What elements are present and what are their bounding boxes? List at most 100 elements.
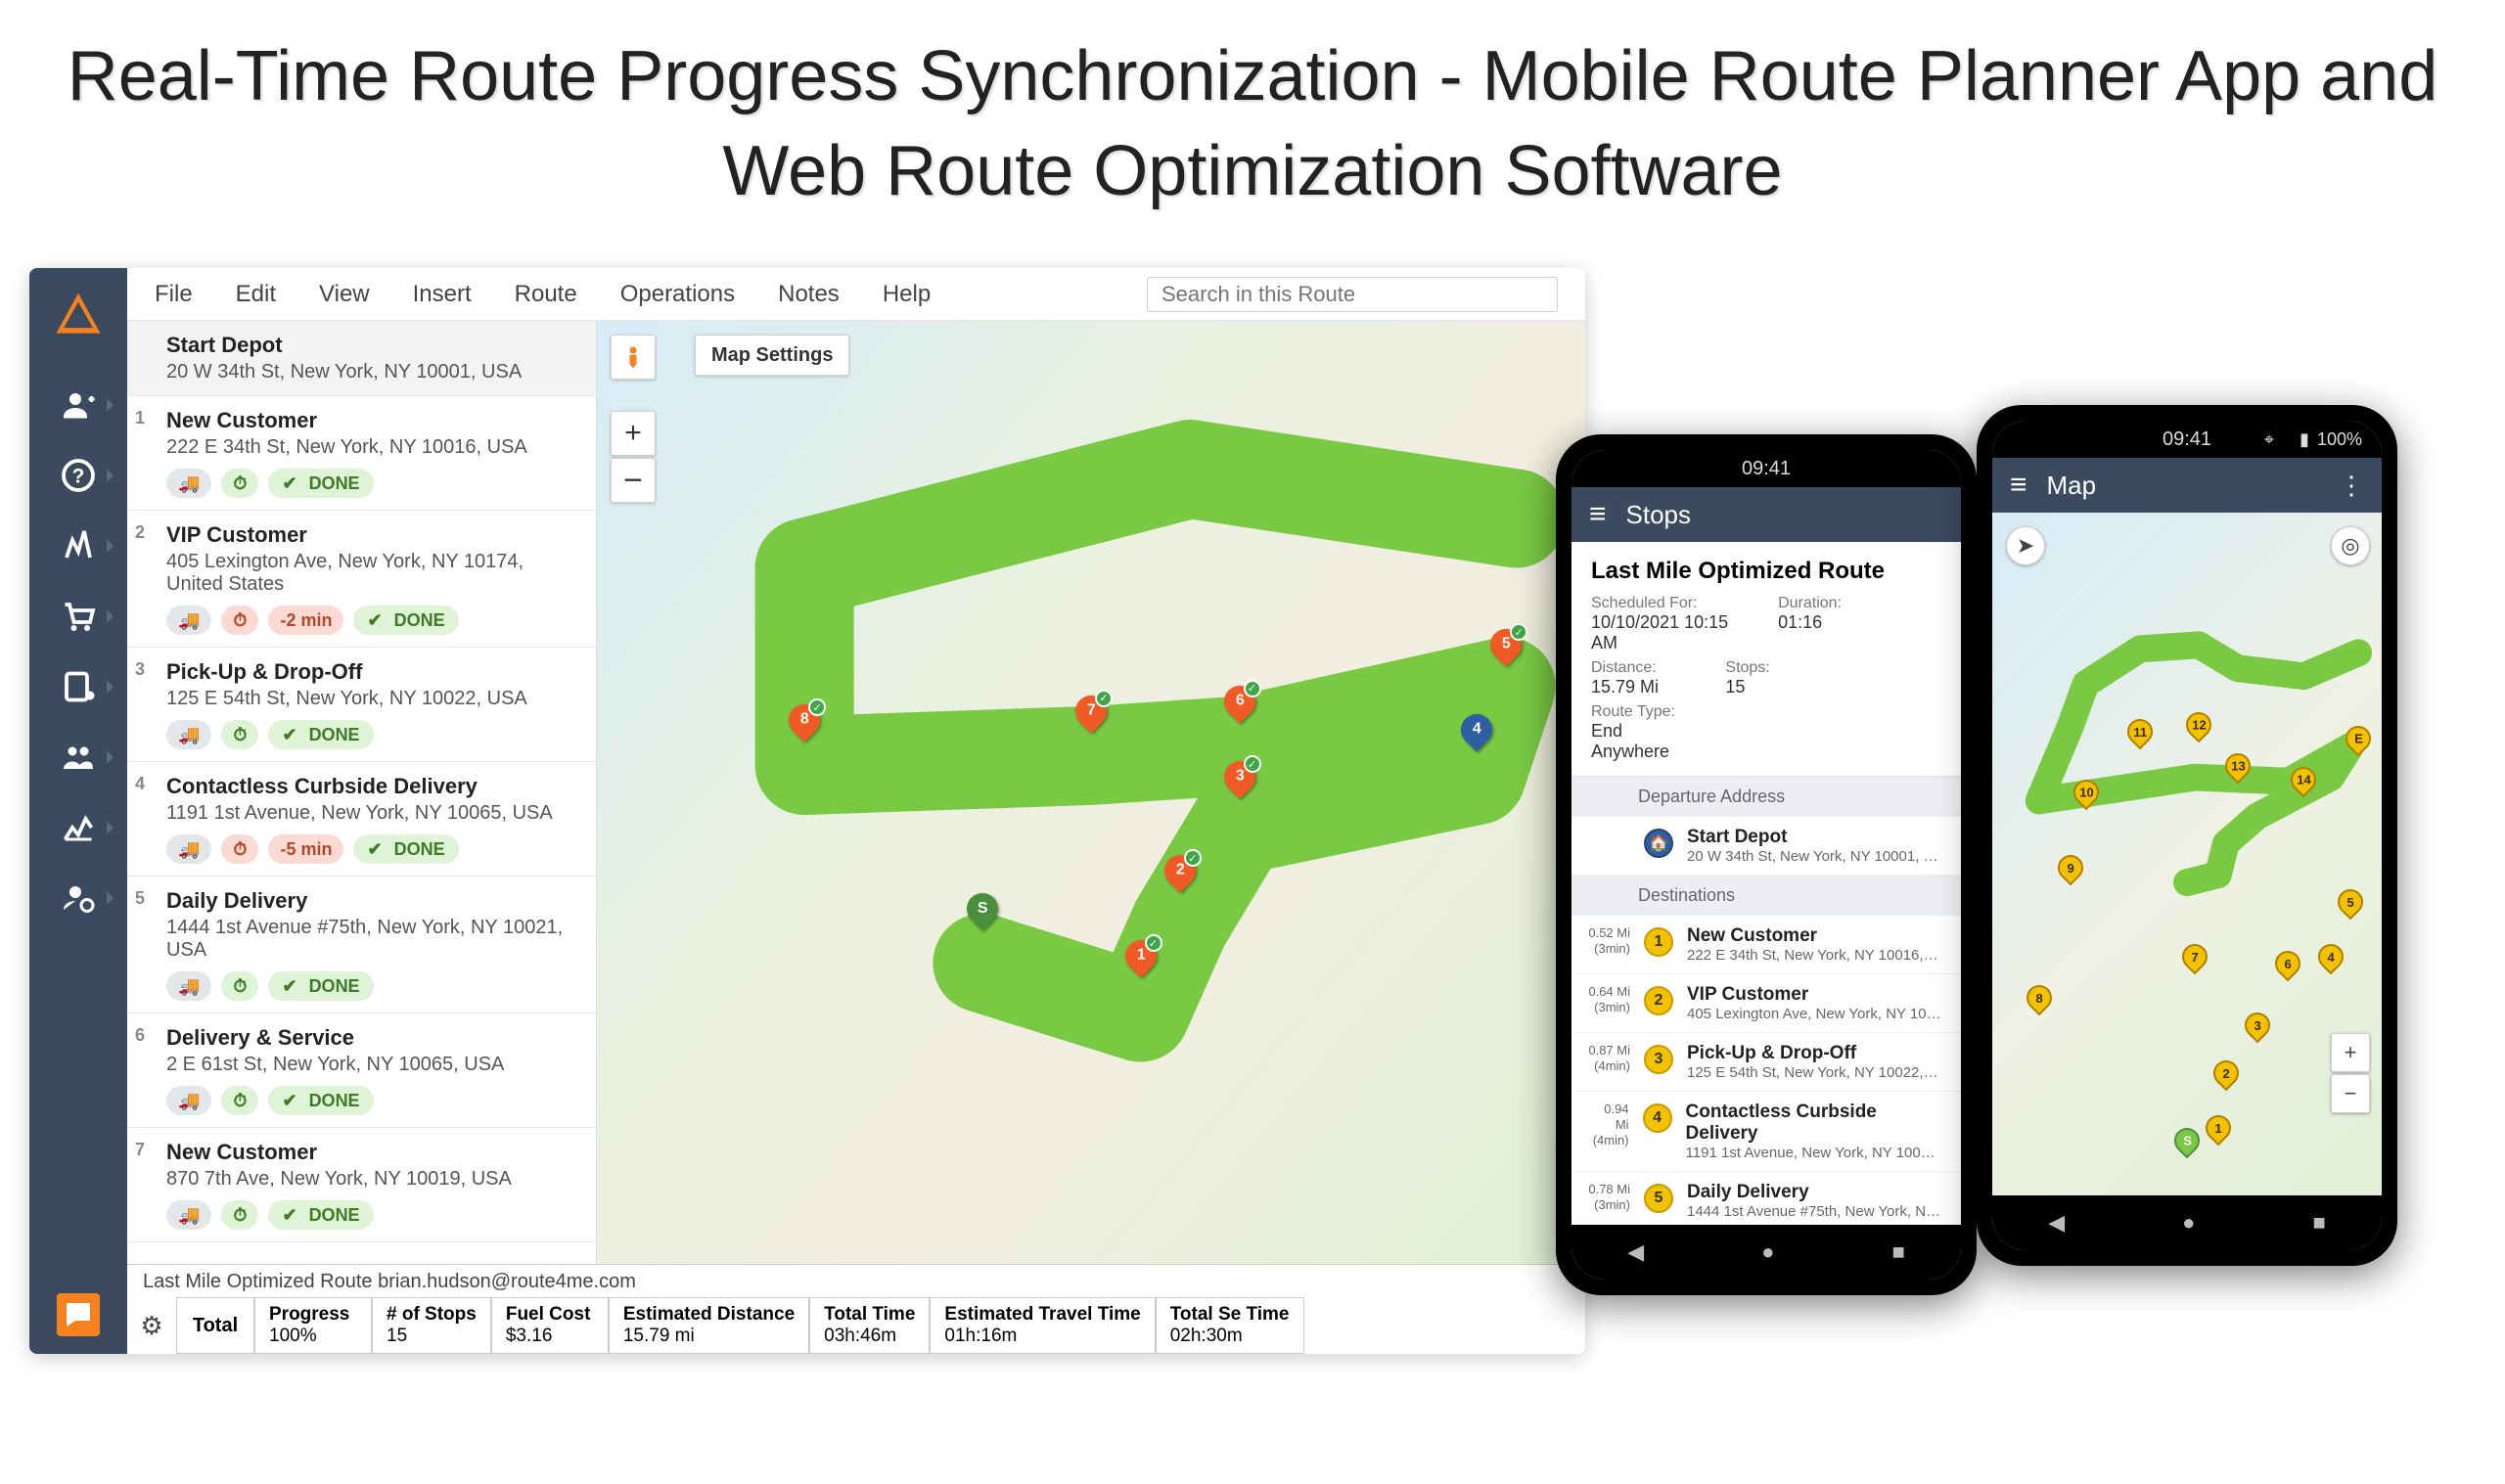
nav-user-settings-icon[interactable] xyxy=(57,877,100,920)
nav-team-icon[interactable] xyxy=(57,736,100,779)
total-cell: Total Se Time02h:30m xyxy=(1156,1297,1304,1354)
back-icon[interactable]: ◀ xyxy=(1627,1239,1644,1265)
phone-marker-E[interactable]: E xyxy=(2346,726,2371,759)
stop-item[interactable]: 1New Customer222 E 34th St, New York, NY… xyxy=(127,396,596,511)
overflow-icon[interactable]: ⋮ xyxy=(2339,471,2364,501)
ontime-badge: ⏱ xyxy=(221,1200,258,1230)
stop-name: Contactless Curbside Delivery xyxy=(147,774,580,799)
stop-item[interactable]: 4Contactless Curbside Delivery1191 1st A… xyxy=(127,762,596,877)
done-badge: DONE xyxy=(353,606,458,635)
phone-marker-S[interactable]: S xyxy=(2174,1128,2200,1161)
phone-stop-item[interactable]: 0.78 Mi(3min)5Daily Delivery1444 1st Ave… xyxy=(1571,1172,1961,1225)
svg-text:?: ? xyxy=(72,466,85,488)
zoom-in-button[interactable]: + xyxy=(2331,1033,2370,1072)
total-cell: Fuel Cost$3.16 xyxy=(491,1297,609,1354)
zoom-out-button[interactable]: − xyxy=(611,458,656,503)
phone-stop-item[interactable]: 0.52 Mi(3min)1New Customer222 E 34th St,… xyxy=(1571,916,1961,974)
phone-stops: 09:41 ≡ Stops Last Mile Optimized Route … xyxy=(1556,434,1977,1295)
zoom-in-button[interactable]: + xyxy=(611,411,656,456)
phone-marker-5[interactable]: 5 xyxy=(2338,889,2363,922)
phone1-navbar: ◀ ● ■ xyxy=(1571,1225,1961,1280)
map-settings-button[interactable]: Map Settings xyxy=(695,335,849,376)
ontime-badge: ⏱ xyxy=(221,469,258,498)
footer-gear-icon[interactable]: ⚙ xyxy=(127,1297,176,1354)
nav-help-icon[interactable]: ? xyxy=(57,454,100,497)
menu-view[interactable]: View xyxy=(319,281,370,308)
total-cell: Estimated Distance15.79 mi xyxy=(609,1297,809,1354)
phone-marker-10[interactable]: 10 xyxy=(2073,780,2099,813)
phone1-title: Stops xyxy=(1626,500,1692,530)
web-map[interactable]: Map Settings + − S 1✓ 2✓ 3✓ 4 5✓ 6✓ 7✓ 8✓ xyxy=(597,321,1585,1264)
phone-marker-7[interactable]: 7 xyxy=(2182,944,2208,977)
map-marker-4[interactable]: 4 xyxy=(1461,714,1492,755)
ontime-badge: ⏱ xyxy=(221,720,258,749)
zoom-out-button[interactable]: − xyxy=(2331,1074,2370,1113)
nav-analytics-icon[interactable] xyxy=(57,806,100,849)
menu-edit[interactable]: Edit xyxy=(236,281,276,308)
home-icon[interactable]: ● xyxy=(1761,1239,1774,1265)
page-title: Real-Time Route Progress Synchronization… xyxy=(29,29,2476,219)
phone-marker-2[interactable]: 2 xyxy=(2213,1060,2239,1094)
map-marker-6[interactable]: 6✓ xyxy=(1224,686,1255,727)
stop-item[interactable]: 5Daily Delivery1444 1st Avenue #75th, Ne… xyxy=(127,877,596,1013)
menu-file[interactable]: File xyxy=(155,281,193,308)
stop-address: 2 E 61st St, New York, NY 10065, USA xyxy=(147,1054,580,1076)
nav-addressbook-icon[interactable] xyxy=(57,665,100,708)
phone-stop-item[interactable]: 0.87 Mi(4min)3Pick-Up & Drop-Off125 E 54… xyxy=(1571,1033,1961,1092)
web-body: Start Depot20 W 34th St, New York, NY 10… xyxy=(127,321,1585,1264)
map-marker-3[interactable]: 3✓ xyxy=(1224,761,1255,802)
nav-add-user-icon[interactable] xyxy=(57,383,100,427)
done-badge: DONE xyxy=(268,1086,373,1115)
map-marker-5[interactable]: 5✓ xyxy=(1490,629,1522,670)
phone-marker-9[interactable]: 9 xyxy=(2058,855,2083,888)
stop-item[interactable]: 3Pick-Up & Drop-Off125 E 54th St, New Yo… xyxy=(127,648,596,762)
phone-stop-item[interactable]: 0.94 Mi(4min)4Contactless Curbside Deliv… xyxy=(1571,1092,1961,1172)
vehicle-badge: 🚚 xyxy=(166,834,211,864)
recents-icon[interactable]: ■ xyxy=(2312,1210,2325,1236)
phone-marker-11[interactable]: 11 xyxy=(2127,719,2153,752)
map-marker-8[interactable]: 8✓ xyxy=(789,704,820,745)
phone-stop-item[interactable]: 🏠Start Depot20 W 34th St, New York, NY 1… xyxy=(1571,817,1961,876)
phone1-stops-list[interactable]: Departure Address🏠Start Depot20 W 34th S… xyxy=(1571,777,1961,1225)
phone-marker-8[interactable]: 8 xyxy=(2027,985,2052,1018)
stop-item[interactable]: 6Delivery & Service2 E 61st St, New York… xyxy=(127,1013,596,1128)
phone-stop-item[interactable]: 0.64 Mi(3min)2VIP Customer405 Lexington … xyxy=(1571,974,1961,1033)
map-marker-2[interactable]: 2✓ xyxy=(1164,855,1196,896)
menu-insert[interactable]: Insert xyxy=(413,281,472,308)
stop-item[interactable]: Start Depot20 W 34th St, New York, NY 10… xyxy=(127,321,596,396)
phone-marker-4[interactable]: 4 xyxy=(2318,944,2344,977)
phone-marker-3[interactable]: 3 xyxy=(2245,1012,2270,1046)
map-marker-1[interactable]: 1✓ xyxy=(1125,940,1157,981)
phone-marker-13[interactable]: 13 xyxy=(2225,753,2251,787)
phone-marker-14[interactable]: 14 xyxy=(2291,767,2316,800)
vehicle-badge: 🚚 xyxy=(166,469,211,498)
nav-routes-icon[interactable] xyxy=(57,524,100,567)
menu-route[interactable]: Route xyxy=(515,281,577,308)
hamburger-icon[interactable]: ≡ xyxy=(2010,469,2027,502)
done-badge: DONE xyxy=(268,469,373,498)
nav-chat-icon[interactable] xyxy=(57,1293,100,1336)
stops-list[interactable]: Start Depot20 W 34th St, New York, NY 10… xyxy=(127,321,597,1264)
phone-marker-6[interactable]: 6 xyxy=(2275,951,2300,984)
stop-item[interactable]: 2VIP Customer405 Lexington Ave, New York… xyxy=(127,511,596,648)
phone2-map[interactable]: ➤ ◎ + − S1234567891011121314E xyxy=(1992,513,2382,1195)
late-badge: ⏱ xyxy=(221,834,258,864)
hamburger-icon[interactable]: ≡ xyxy=(1589,498,1607,531)
menu-operations[interactable]: Operations xyxy=(620,281,735,308)
back-icon[interactable]: ◀ xyxy=(2048,1210,2065,1236)
nav-orders-icon[interactable] xyxy=(57,595,100,638)
web-main: File Edit View Insert Route Operations N… xyxy=(127,268,1585,1354)
vehicle-badge: 🚚 xyxy=(166,1200,211,1230)
recents-icon[interactable]: ■ xyxy=(1891,1239,1904,1265)
map-marker-S[interactable]: S xyxy=(967,893,998,934)
search-input[interactable] xyxy=(1147,277,1558,312)
home-icon[interactable]: ● xyxy=(2182,1210,2195,1236)
stop-item[interactable]: 7New Customer870 7th Ave, New York, NY 1… xyxy=(127,1128,596,1242)
menu-notes[interactable]: Notes xyxy=(778,281,840,308)
menu-help[interactable]: Help xyxy=(883,281,931,308)
phone-marker-12[interactable]: 12 xyxy=(2186,712,2211,745)
pegman-icon[interactable] xyxy=(611,335,656,380)
map-marker-7[interactable]: 7✓ xyxy=(1075,696,1107,737)
phone2-header: ≡ Map ⋮ xyxy=(1992,458,2382,513)
phone-marker-1[interactable]: 1 xyxy=(2206,1115,2231,1148)
